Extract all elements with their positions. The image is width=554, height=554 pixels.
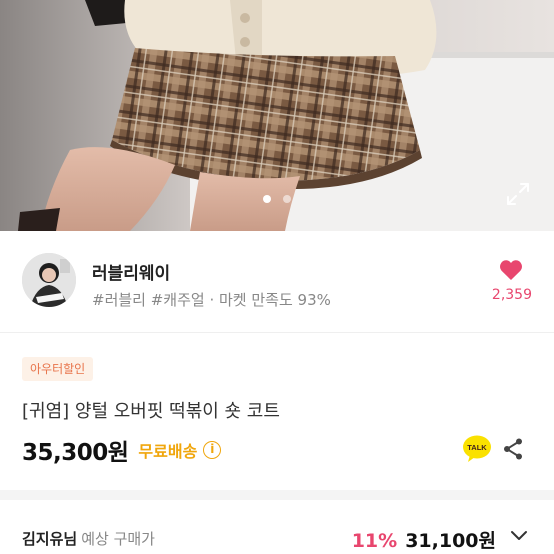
gallery-dot[interactable] bbox=[283, 195, 291, 203]
gallery-dot-active[interactable] bbox=[263, 195, 271, 203]
share-icon[interactable] bbox=[502, 437, 524, 461]
kakao-talk-label: TALK bbox=[467, 443, 487, 452]
expected-label: 예상 구매가 bbox=[81, 530, 155, 548]
product-info: 아우터할인 [귀염] 양털 오버핏 떡볶이 숏 코트 35,300원 무료배송 … bbox=[0, 333, 554, 490]
heart-icon[interactable] bbox=[499, 259, 523, 281]
product-photo[interactable] bbox=[0, 0, 554, 231]
expected-price: 31,100원 bbox=[405, 530, 496, 552]
expected-price-row[interactable]: 김지유님 예상 구매가 11% 31,100원 bbox=[0, 500, 554, 554]
expected-price-label: 김지유님 예상 구매가 bbox=[22, 528, 155, 549]
free-shipping-label: 무료배송 bbox=[138, 442, 198, 461]
product-title: [귀염] 양털 오버핏 떡볶이 숏 코트 bbox=[22, 401, 280, 422]
kakao-talk-icon[interactable]: TALK bbox=[462, 435, 492, 463]
expected-price-value: 11% 31,100원 bbox=[352, 526, 496, 553]
price-row: 35,300원 무료배송 i bbox=[22, 433, 222, 467]
gallery-pagination bbox=[0, 195, 554, 203]
section-divider bbox=[0, 490, 554, 500]
seller-name[interactable]: 러블리웨이 bbox=[92, 259, 170, 284]
sale-badge: 아우터할인 bbox=[22, 357, 94, 381]
expand-icon[interactable] bbox=[504, 180, 532, 208]
seller-avatar[interactable] bbox=[22, 253, 76, 307]
chevron-down-icon[interactable] bbox=[510, 530, 528, 542]
seller-section: 러블리웨이 #러블리 #캐주얼 · 마켓 만족도 93% 2,359 bbox=[0, 231, 554, 333]
discount-rate: 11% bbox=[351, 530, 398, 552]
user-name: 김지유님 bbox=[22, 530, 78, 548]
like-count: 2,359 bbox=[491, 287, 532, 303]
info-icon[interactable]: i bbox=[203, 441, 222, 459]
seller-tags: #러블리 #캐주얼 · 마켓 만족도 93% bbox=[92, 291, 331, 309]
seller-avatar-image bbox=[22, 253, 76, 307]
product-price: 35,300원 bbox=[22, 440, 129, 466]
